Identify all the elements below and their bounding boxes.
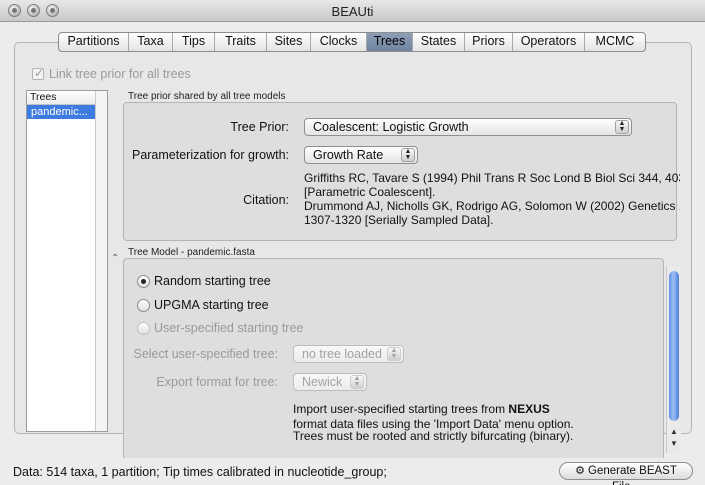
tab-bar: Partitions Taxa Tips Traits Sites Clocks… — [58, 32, 646, 52]
export-format-label: Export format for tree: — [156, 375, 278, 389]
checkbox-box — [32, 66, 44, 80]
scroll-up-arrow-icon[interactable]: ▲ — [670, 427, 678, 436]
tree-prior-label: Tree Prior: — [230, 120, 289, 134]
radio-indicator — [137, 274, 150, 288]
import-info-text: Import user-specified starting trees fro… — [293, 402, 667, 449]
user-specified-tree-label: User-specified starting tree — [154, 321, 304, 335]
radio-indicator — [137, 298, 150, 312]
tree-prior-select[interactable]: Coalescent: Logistic Growth ▲ ▼ — [304, 118, 632, 136]
info-nexus-bold: NEXUS — [508, 402, 550, 416]
tree-list[interactable]: Trees pandemic... — [26, 90, 108, 432]
select-arrows-icon: ▲ ▼ — [387, 347, 401, 361]
tree-prior-value: Coalescent: Logistic Growth — [313, 120, 469, 134]
tab-taxa[interactable]: Taxa — [129, 33, 173, 51]
select-arrows-icon: ▲ ▼ — [350, 375, 364, 389]
tab-operators[interactable]: Operators — [513, 33, 585, 51]
parameterization-value: Growth Rate — [313, 148, 384, 162]
tab-partitions[interactable]: Partitions — [59, 33, 129, 51]
status-text: Data: 514 taxa, 1 partition; Tip times c… — [13, 465, 387, 479]
tab-traits[interactable]: Traits — [215, 33, 267, 51]
select-arrows-icon: ▲ ▼ — [615, 120, 629, 134]
parameterization-select[interactable]: Growth Rate ▲ ▼ — [304, 146, 418, 164]
user-specified-tree-radio[interactable]: User-specified starting tree — [137, 321, 303, 335]
window-content: Partitions Taxa Tips Traits Sites Clocks… — [0, 22, 705, 485]
select-tree-value: no tree loaded — [302, 347, 382, 361]
tab-states[interactable]: States — [413, 33, 465, 51]
select-tree-select[interactable]: no tree loaded ▲ ▼ — [293, 345, 404, 363]
citation-line: Drummond AJ, Nicholls GK, Rodrigo AG, So… — [304, 199, 680, 213]
select-tree-label: Select user-specified tree: — [133, 347, 278, 361]
generate-beast-file-label: Generate BEAST File... — [588, 465, 677, 485]
tree-model-section-title: Tree Model - pandemic.fasta — [128, 247, 255, 258]
tree-list-item[interactable]: pandemic... — [27, 105, 96, 119]
split-pane-arrow-icon[interactable]: ⌃ — [111, 253, 119, 264]
upgma-starting-tree-label: UPGMA starting tree — [154, 298, 269, 312]
export-format-select[interactable]: Newick ▲ ▼ — [293, 373, 367, 391]
status-bar: Data: 514 taxa, 1 partition; Tip times c… — [0, 457, 705, 485]
export-format-value: Newick — [302, 375, 343, 389]
citation-text: Griffiths RC, Tavare S (1994) Phil Trans… — [304, 171, 680, 227]
citation-label: Citation: — [243, 193, 289, 207]
tab-trees[interactable]: Trees — [367, 33, 413, 51]
gear-icon: ⚙ — [575, 465, 585, 477]
upgma-starting-tree-radio[interactable]: UPGMA starting tree — [137, 298, 269, 312]
radio-indicator — [137, 321, 150, 335]
citation-line: [Parametric Coalescent]. — [304, 185, 436, 199]
citation-line: 1307-1320 [Serially Sampled Data]. — [304, 213, 494, 227]
tab-mcmc[interactable]: MCMC — [585, 33, 645, 51]
tab-sites[interactable]: Sites — [267, 33, 311, 51]
window-title: BEAUti — [331, 4, 374, 19]
link-tree-prior-checkbox[interactable]: Link tree prior for all trees — [32, 66, 191, 81]
random-starting-tree-label: Random starting tree — [154, 274, 271, 288]
scrollbar-thumb[interactable] — [669, 271, 679, 421]
citation-line: Griffiths RC, Tavare S (1994) Phil Trans… — [304, 171, 680, 185]
tab-priors[interactable]: Priors — [465, 33, 513, 51]
tree-prior-section-title: Tree prior shared by all tree models — [128, 91, 286, 102]
generate-beast-file-button[interactable]: ⚙Generate BEAST File... — [559, 462, 693, 485]
info-line-1: Import user-specified starting trees fro… — [293, 402, 667, 417]
select-arrows-icon: ▲ ▼ — [401, 148, 415, 162]
tree-model-scrollbar[interactable]: ▲ ▼ — [666, 267, 681, 453]
tab-tips[interactable]: Tips — [173, 33, 215, 51]
tab-clocks[interactable]: Clocks — [311, 33, 367, 51]
random-starting-tree-radio[interactable]: Random starting tree — [137, 274, 271, 288]
tree-list-scrollbar[interactable] — [95, 91, 107, 431]
info-line-3: Trees must be rooted and strictly bifurc… — [293, 429, 574, 443]
parameterization-label: Parameterization for growth: — [131, 148, 289, 162]
title-bar: BEAUti — [0, 0, 705, 22]
scroll-down-arrow-icon[interactable]: ▼ — [670, 439, 678, 448]
link-tree-prior-label: Link tree prior for all trees — [49, 67, 191, 81]
info-line-1-text: Import user-specified starting trees fro… — [293, 402, 509, 416]
